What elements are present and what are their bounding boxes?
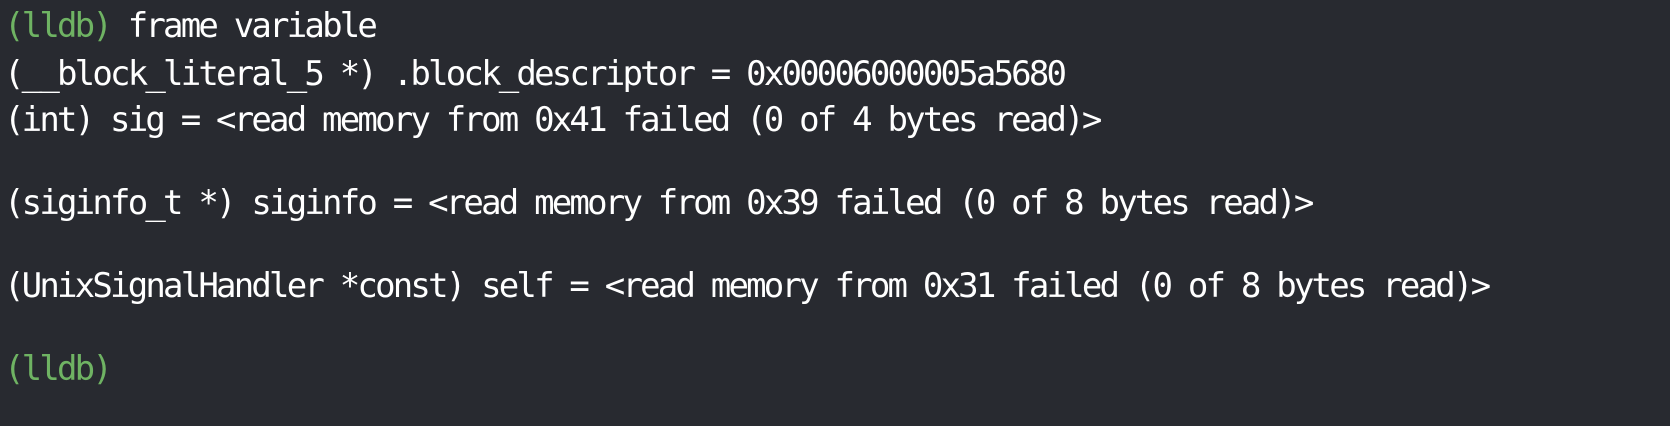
lldb-prompt: (lldb) <box>4 6 113 46</box>
output-line-block-descriptor: (__block_literal_5 *) .block_descriptor … <box>4 54 1067 94</box>
final-prompt-line[interactable]: (lldb) <box>4 349 113 389</box>
lldb-prompt-final: (lldb) <box>4 349 113 389</box>
command-text: frame variable <box>110 6 378 46</box>
output-line-sig: (int) sig = <read memory from 0x41 faile… <box>4 100 1102 140</box>
command-line: (lldb) frame variable <box>4 6 378 46</box>
output-line-siginfo: (siginfo_t *) siginfo = <read memory fro… <box>4 183 1314 223</box>
output-line-self: (UnixSignalHandler *const) self = <read … <box>4 266 1491 306</box>
terminal-window[interactable]: (lldb) frame variable (__block_literal_5… <box>0 0 1670 426</box>
